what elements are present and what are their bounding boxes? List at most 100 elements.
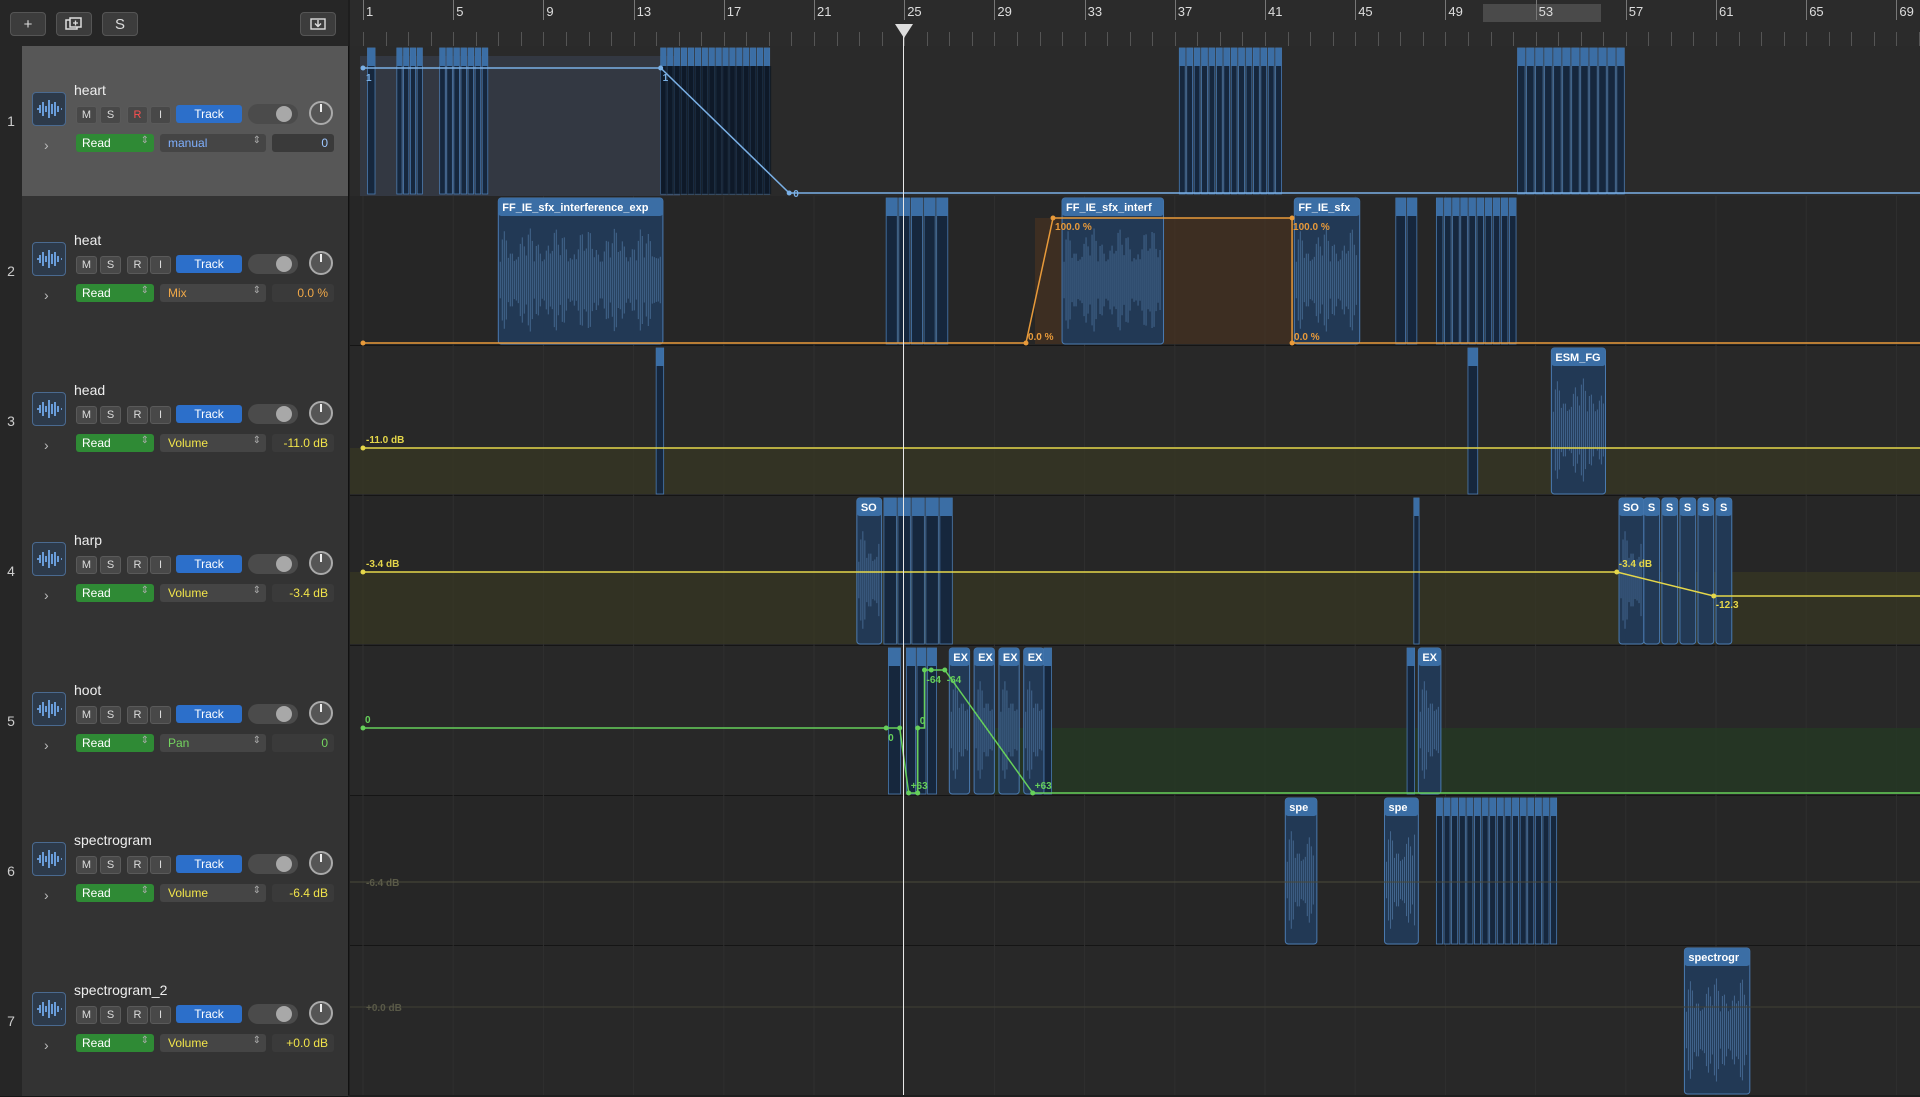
chevron-right-icon[interactable]: › [44,587,49,603]
audio-region-header[interactable] [1216,48,1223,66]
track-automation-button[interactable]: Track [176,405,242,423]
audio-region-header[interactable] [1194,48,1201,66]
input-monitor-button[interactable]: I [150,1006,171,1024]
playhead-handle[interactable] [895,24,913,38]
audio-region-header[interactable] [1527,798,1534,816]
audio-region[interactable] [1562,47,1571,195]
track-header-spectrogram_2[interactable]: 7 spectrogram_2 M S R I Track › Read ⇕ Vo… [0,946,348,1097]
audio-region[interactable] [1043,647,1052,795]
automation-node[interactable] [897,725,903,731]
automation-parameter-select[interactable]: Volume ⇕ [160,884,266,902]
audio-region[interactable] [367,47,376,195]
track-header-head[interactable]: 3 head M S R I Track › Read ⇕ Volume ⇕ -11… [0,346,348,497]
audio-region[interactable] [936,197,949,345]
track-automation-button[interactable]: Track [176,1005,242,1023]
record-enable-button[interactable]: R [127,856,148,874]
audio-region-header[interactable] [439,48,446,66]
solo-button[interactable]: S [100,256,121,274]
audio-region-header[interactable] [888,648,901,666]
audio-region[interactable] [1253,47,1260,195]
track-automation-button[interactable]: Track [176,555,242,573]
audio-region-header[interactable] [460,48,467,66]
audio-region[interactable] [1589,47,1598,195]
audio-region[interactable] [1544,47,1553,195]
audio-region[interactable] [888,647,901,795]
track-on-off-toggle[interactable] [248,854,298,874]
audio-region[interactable] [1223,47,1231,195]
audio-region-header[interactable] [750,48,756,66]
audio-region[interactable] [1384,797,1419,945]
audio-region[interactable] [1571,47,1580,195]
audio-region-header[interactable] [1451,798,1458,816]
audio-region-header[interactable] [1231,48,1238,66]
bar-ruler[interactable]: 1 5 9 13 17 21 25 29 33 37 41 45 49 53 57 61 65 69 [350,0,1920,47]
audio-region-header[interactable] [722,48,729,66]
audio-region-header[interactable] [1598,48,1607,66]
track-name[interactable]: hoot [74,682,101,698]
track-header-spectrogram[interactable]: 6 spectrogram M S R I Track › Read ⇕ Volu… [0,796,348,947]
audio-region-header[interactable] [936,198,948,216]
audio-region-header[interactable] [897,498,911,516]
track-header-heat[interactable]: 2 heat M S R I Track › Read ⇕ Mix ⇕ 0.0 % [0,196,348,347]
audio-region-header[interactable] [1517,48,1526,66]
audio-region[interactable] [1466,797,1474,945]
audio-region-header[interactable] [1044,648,1052,666]
audio-region-header[interactable] [924,198,936,216]
audio-region-header[interactable] [1245,48,1252,66]
audio-region[interactable] [1517,47,1526,195]
audio-region-header[interactable] [475,48,481,66]
audio-region[interactable] [1260,47,1268,195]
audio-region-header[interactable] [1544,48,1553,66]
audio-region-header[interactable] [729,48,736,66]
audio-region[interactable] [1527,797,1535,945]
automation-mode-select[interactable]: Read ⇕ [76,284,154,302]
track-on-off-toggle[interactable] [248,104,298,124]
audio-region-header[interactable] [927,648,937,666]
audio-region-header[interactable] [736,48,743,66]
automation-parameter-select[interactable]: Pan ⇕ [160,734,266,752]
solo-button[interactable]: S [100,106,121,124]
audio-region-header[interactable] [1436,198,1443,216]
audio-region-header[interactable] [1535,48,1544,66]
audio-region[interactable] [1406,647,1415,795]
audio-region-header[interactable] [1607,48,1616,66]
audio-region[interactable] [1467,347,1479,495]
mute-button[interactable]: M [76,256,97,274]
audio-region-header[interactable] [1493,198,1500,216]
track-name[interactable]: harp [74,532,102,548]
audio-region[interactable] [467,47,475,195]
audio-region-header[interactable] [1407,198,1417,216]
automation-node[interactable] [883,725,889,731]
audio-region-header[interactable] [1562,48,1571,66]
global-s-button[interactable]: S [102,12,138,36]
audio-region-header[interactable] [1520,798,1527,816]
track-automation-button[interactable]: Track [176,105,242,123]
chevron-right-icon[interactable]: › [44,887,49,903]
input-monitor-button[interactable]: I [150,856,171,874]
audio-region[interactable] [1451,797,1459,945]
track-name[interactable]: spectrogram [74,832,152,848]
automation-node[interactable] [1711,593,1717,599]
audio-region[interactable] [911,197,923,345]
audio-region-header[interactable] [702,48,708,66]
audio-region-header[interactable] [743,48,749,66]
audio-region-header[interactable] [1497,798,1504,816]
audio-region[interactable] [1643,497,1661,645]
automation-value-field[interactable]: -6.4 dB [272,884,334,902]
duplicate-track-button[interactable] [56,12,92,36]
automation-value-field[interactable]: 0 [272,134,334,152]
pan-knob[interactable] [309,251,333,275]
audio-region-header[interactable] [709,48,715,66]
chevron-right-icon[interactable]: › [44,437,49,453]
audio-region[interactable] [1484,197,1493,345]
audio-region-header[interactable] [410,48,416,66]
audio-region-header[interactable] [939,498,953,516]
audio-region-header[interactable] [1452,198,1460,216]
audio-region-header[interactable] [1201,48,1208,66]
automation-mode-select[interactable]: Read ⇕ [76,884,154,902]
audio-region[interactable] [1492,197,1501,345]
audio-region[interactable] [1452,197,1460,345]
solo-button[interactable]: S [100,1006,121,1024]
audio-region[interactable] [1406,197,1418,345]
track-automation-button[interactable]: Track [176,705,242,723]
